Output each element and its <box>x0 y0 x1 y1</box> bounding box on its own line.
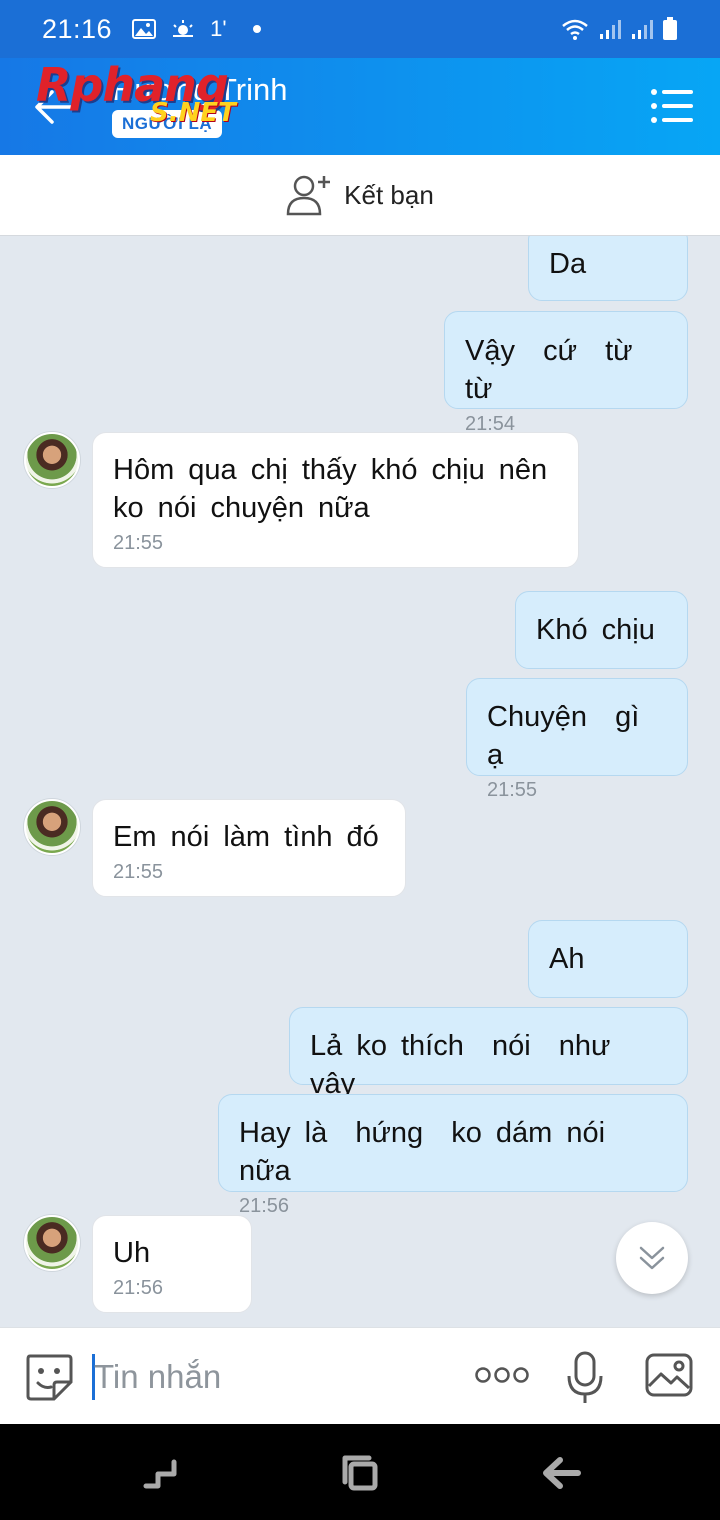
message-text: Chuyện gì ạ <box>487 701 668 771</box>
battery-icon <box>663 17 677 40</box>
message-text: Vậy cứ từ từ <box>465 335 661 405</box>
message-bubble-incoming[interactable]: Hôm qua chị thấy khó chịu nên ko nói chu… <box>92 432 579 568</box>
more-dots-icon[interactable] <box>474 1360 530 1390</box>
list-menu-icon[interactable] <box>650 88 694 124</box>
message-text: Ah <box>549 943 585 975</box>
weather-icon <box>173 20 194 37</box>
add-user-icon <box>286 175 331 216</box>
status-bar: 21:16 1' <box>0 0 720 58</box>
status-time: 21:16 <box>42 13 113 44</box>
avatar[interactable] <box>24 432 80 488</box>
avatar[interactable] <box>24 799 80 855</box>
message-bubble-outgoing[interactable]: Lả ko thích nói như vậy <box>289 1007 688 1100</box>
message-bubble-incoming[interactable]: Em nói làm tình đó 21:55 <box>92 799 406 897</box>
message-bubble-outgoing[interactable]: Da <box>528 236 688 301</box>
message-text: Hôm qua chị thấy khó chịu nên ko nói chu… <box>113 454 548 524</box>
chevron-double-down-icon <box>639 1246 665 1270</box>
message-text: Lả ko thích nói như vậy <box>310 1030 639 1100</box>
message-text: Uh <box>113 1237 151 1269</box>
notification-dot-icon <box>252 25 261 33</box>
sticker-face-icon[interactable] <box>24 1352 74 1402</box>
message-time: 21:56 <box>113 1277 164 1299</box>
back-navigation-icon[interactable] <box>540 1452 582 1494</box>
message-time: 21:55 <box>113 861 164 883</box>
scroll-to-bottom-button[interactable] <box>616 1222 688 1294</box>
message-time: 21:56 <box>239 1195 290 1217</box>
message-bubble-outgoing[interactable]: Ah <box>528 920 688 998</box>
message-bubble-outgoing[interactable]: Vậy cứ từ từ 21:54 <box>444 311 688 435</box>
microphone-icon[interactable] <box>565 1350 605 1406</box>
message-composer <box>0 1327 720 1424</box>
watermark-logo-suffix: S.NET <box>150 98 236 128</box>
message-bubble-outgoing[interactable]: Khó chịu <box>515 591 688 669</box>
message-text: Em nói làm tình đó <box>113 821 379 853</box>
home-icon[interactable] <box>339 1452 381 1494</box>
system-navigation-bar <box>0 1424 720 1520</box>
add-friend-button[interactable]: Kết bạn <box>0 155 720 236</box>
message-text: Khó chịu <box>536 614 655 646</box>
signal-1-icon <box>600 20 621 39</box>
message-time: 21:55 <box>487 779 538 801</box>
message-bubble-incoming[interactable]: Uh 21:56 <box>92 1215 252 1313</box>
message-list[interactable]: Da Vậy cứ từ từ 21:54 Hôm qua chị thấy k… <box>0 236 720 1327</box>
wifi-icon <box>562 19 588 40</box>
chat-header: Hương Trinh NGƯỜI LẠ Rphang S.NET <box>0 58 720 155</box>
message-bubble-outgoing[interactable]: Chuyện gì ạ 21:55 <box>466 678 688 801</box>
temperature-text: 1' <box>210 16 227 41</box>
recent-apps-icon[interactable] <box>140 1452 182 1494</box>
message-text: Da <box>549 248 587 280</box>
gallery-notification-icon <box>132 19 157 39</box>
message-text: Hay là hứng ko dám nói nữa <box>239 1117 634 1187</box>
avatar[interactable] <box>24 1215 80 1271</box>
message-input[interactable] <box>92 1352 452 1402</box>
message-time: 21:55 <box>113 532 164 554</box>
image-icon[interactable] <box>644 1352 694 1398</box>
add-friend-label: Kết bạn <box>344 179 434 210</box>
message-bubble-outgoing[interactable]: Hay là hứng ko dám nói nữa 21:56 <box>218 1094 688 1217</box>
status-icons-right <box>560 17 678 41</box>
status-icons-left: 1' <box>132 16 261 42</box>
signal-2-icon <box>632 20 653 39</box>
